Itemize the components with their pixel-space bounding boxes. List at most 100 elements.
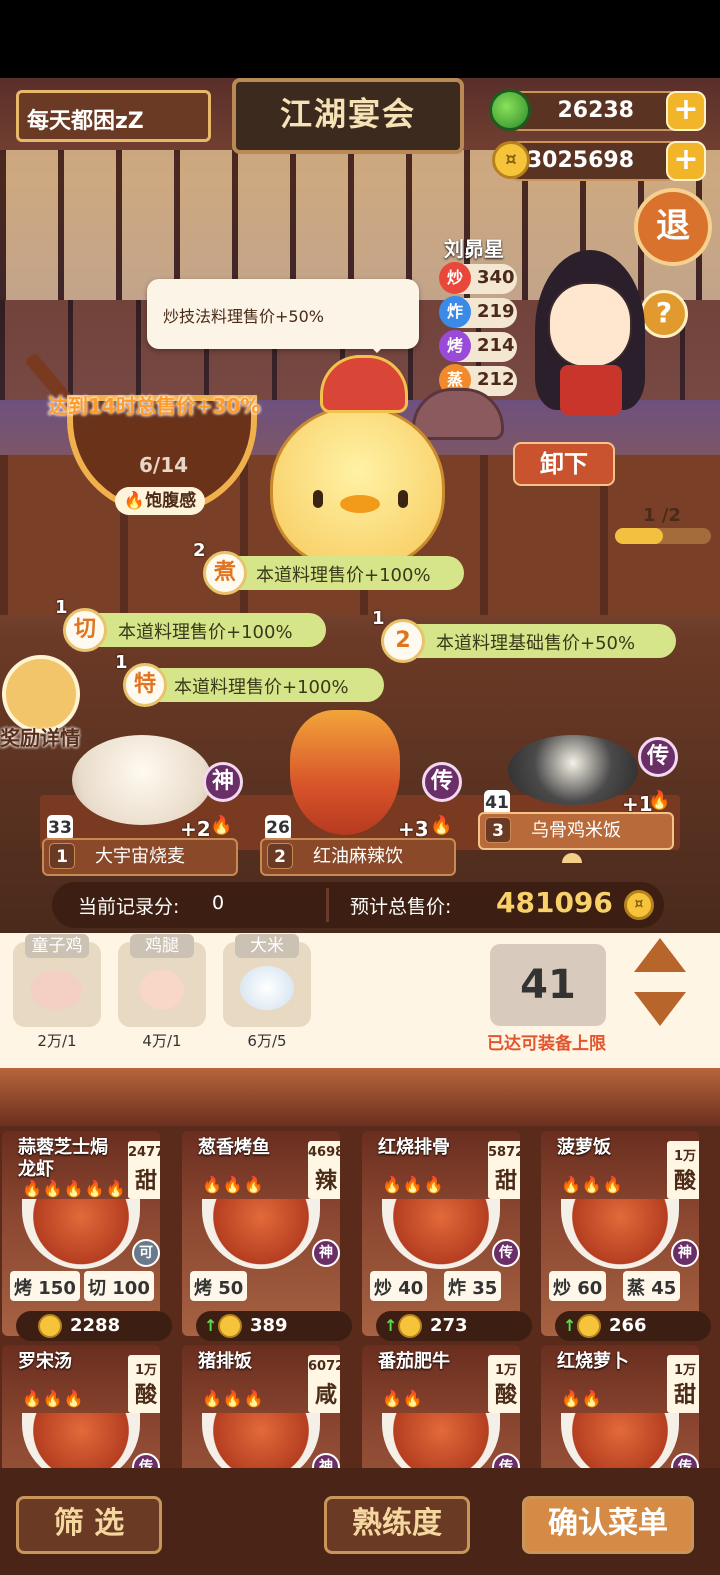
buff-cut: 本道料理售价+100% — [80, 613, 326, 647]
skill-name: 炒 — [553, 1278, 571, 1299]
grade-badge-1: 神 — [203, 762, 243, 802]
dish-image-2[interactable] — [290, 710, 400, 835]
stat-deep-fry: 炸 219 — [439, 296, 517, 328]
proficiency-button[interactable]: 熟练度 — [324, 1496, 470, 1554]
skill-value: 40 — [398, 1278, 424, 1299]
flame-icon: 🔥 — [123, 491, 146, 511]
slot-number-1: 1 — [49, 843, 75, 869]
duck-beak — [340, 495, 380, 513]
coin-icon — [577, 1314, 601, 1338]
flame-icon: 🔥 — [430, 815, 453, 836]
grade-badge-3: 传 — [638, 737, 678, 777]
buff-text: 本道料理基础售价+50% — [436, 633, 636, 654]
record-label: 当前记录分: — [78, 896, 180, 918]
flame-icon: 🔥 — [210, 815, 233, 836]
skill-tooltip: 炒技法料理售价+50% — [147, 279, 419, 353]
boil-icon: 煮 — [203, 551, 247, 595]
skill-name: 炒 — [374, 1278, 392, 1299]
skill-value: 50 — [218, 1278, 244, 1299]
dish-name: 乌骨鸡米饭 — [531, 820, 621, 841]
recipe-number: 4698 — [308, 1145, 340, 1160]
taste-label: 酸 — [134, 1383, 157, 1408]
dish-image-3[interactable] — [508, 735, 638, 805]
skill-requirement: 炒 40 — [370, 1271, 428, 1301]
price-value: 2288 — [70, 1315, 121, 1336]
page-indicator: 1 /2 — [643, 505, 681, 526]
coin-icon: ¤ — [624, 890, 654, 920]
dish-image-1[interactable] — [72, 735, 212, 825]
buff-text: 本道料理售价+100% — [256, 565, 431, 586]
chef-name: 刘昴星 — [444, 237, 504, 261]
recipe-card[interactable]: 蒜蓉芝士焗龙虾 2477 甜 🔥🔥🔥🔥🔥 可烤 150 切 100 — [2, 1131, 160, 1336]
recipe-name: 红烧萝卜 — [557, 1351, 629, 1372]
filter-button[interactable]: 筛 选 — [16, 1496, 162, 1554]
skill-requirement: 炒 60 — [549, 1271, 607, 1301]
ingredient-name: 童子鸡 — [25, 934, 89, 958]
stat-stir-fry: 炒 340 — [439, 262, 517, 294]
rank-badge: 传 — [492, 1239, 520, 1267]
skill-value: 150 — [38, 1278, 76, 1299]
recipe-number: 6072 — [308, 1359, 340, 1374]
dish-name: 大宇宙烧麦 — [95, 846, 185, 867]
heat-flames-icon: 🔥🔥🔥 — [382, 1175, 445, 1194]
game-screen: { "header": { "player_name": "每天都困zZ", "… — [0, 0, 720, 1575]
buff-base: 本道料理基础售价+50% — [398, 624, 676, 658]
taste-tag: 1万甜 — [667, 1355, 699, 1413]
confirm-menu-button[interactable]: 确认菜单 — [522, 1496, 694, 1554]
skill-name: 炸 — [448, 1278, 466, 1299]
price-up-arrow-icon: ↑ — [204, 1316, 218, 1335]
recipe-name: 罗宋汤 — [18, 1351, 72, 1372]
recipe-food-image — [202, 1199, 320, 1269]
recipe-number: 1万 — [134, 1363, 158, 1378]
decrease-arrow-icon[interactable] — [634, 992, 686, 1026]
player-name[interactable]: 每天都困zZ — [16, 90, 211, 142]
heat-flames-icon: 🔥🔥 — [382, 1389, 424, 1408]
recipe-name: 葱香烤鱼 — [198, 1137, 270, 1158]
taste-label: 咸 — [314, 1383, 337, 1408]
satiety-label-text: 饱腹感 — [145, 491, 197, 511]
add-coin-button[interactable]: + — [666, 141, 706, 181]
taste-tag: 4698 辣 — [308, 1141, 340, 1199]
stir-fry-icon: 炒 — [439, 262, 471, 294]
skill-requirement: 烤 50 — [190, 1271, 248, 1301]
flame-icon: 🔥 — [648, 790, 671, 811]
list-header-strip — [0, 1068, 720, 1126]
taste-tag: 2477 甜 — [128, 1141, 160, 1199]
reward-details-link[interactable]: 奖励详情 — [0, 722, 80, 751]
recipe-price: ↑ 266 — [555, 1311, 711, 1341]
stat-value: 340 — [477, 267, 515, 288]
taste-label: 酸 — [494, 1383, 517, 1408]
add-jade-button[interactable]: + — [666, 91, 706, 131]
coin-icon — [398, 1314, 422, 1338]
price-value: 266 — [609, 1315, 647, 1336]
grade-badge-2: 传 — [422, 762, 462, 802]
stat-value: 214 — [477, 335, 515, 356]
cut-icon: 切 — [63, 608, 107, 652]
recipe-card[interactable]: 菠萝饭 1万酸 🔥🔥🔥 神炒 60 蒸 45 — [541, 1131, 699, 1336]
chef-body — [560, 365, 622, 415]
price-up-arrow-icon: ↑ — [563, 1316, 577, 1335]
chicken-icon — [30, 970, 82, 1010]
dish-name: 红油麻辣饮 — [313, 846, 403, 867]
increase-arrow-icon[interactable] — [634, 938, 686, 972]
stat-value: 219 — [477, 301, 515, 322]
deep-fry-icon: 炸 — [439, 296, 471, 328]
taste-label: 甜 — [494, 1169, 517, 1194]
recipe-food-image — [561, 1199, 679, 1269]
heat-flames-icon: 🔥🔥🔥 — [22, 1389, 85, 1408]
unload-button[interactable]: 卸下 — [513, 442, 615, 486]
skill-requirement: 烤 150 — [10, 1271, 80, 1301]
skill-name: 烤 — [194, 1278, 212, 1299]
rank-badge: 神 — [671, 1239, 699, 1267]
taste-label: 酸 — [673, 1169, 696, 1194]
recipe-card[interactable]: 红烧排骨 5872 甜 🔥🔥🔥 传炒 40 炸 35 — [362, 1131, 520, 1336]
exit-button[interactable]: 退 — [634, 188, 712, 266]
fire-two-icon: 2 — [381, 619, 425, 663]
taste-label: 甜 — [134, 1169, 157, 1194]
help-button[interactable]: ? — [640, 290, 688, 338]
heat-flames-icon: 🔥🔥🔥 — [202, 1389, 265, 1408]
coin-icon — [38, 1314, 62, 1338]
coin-icon — [218, 1314, 242, 1338]
recipe-card[interactable]: 葱香烤鱼 4698 辣 🔥🔥🔥 神烤 50 — [182, 1131, 340, 1336]
total-value: 481096 — [496, 886, 613, 919]
